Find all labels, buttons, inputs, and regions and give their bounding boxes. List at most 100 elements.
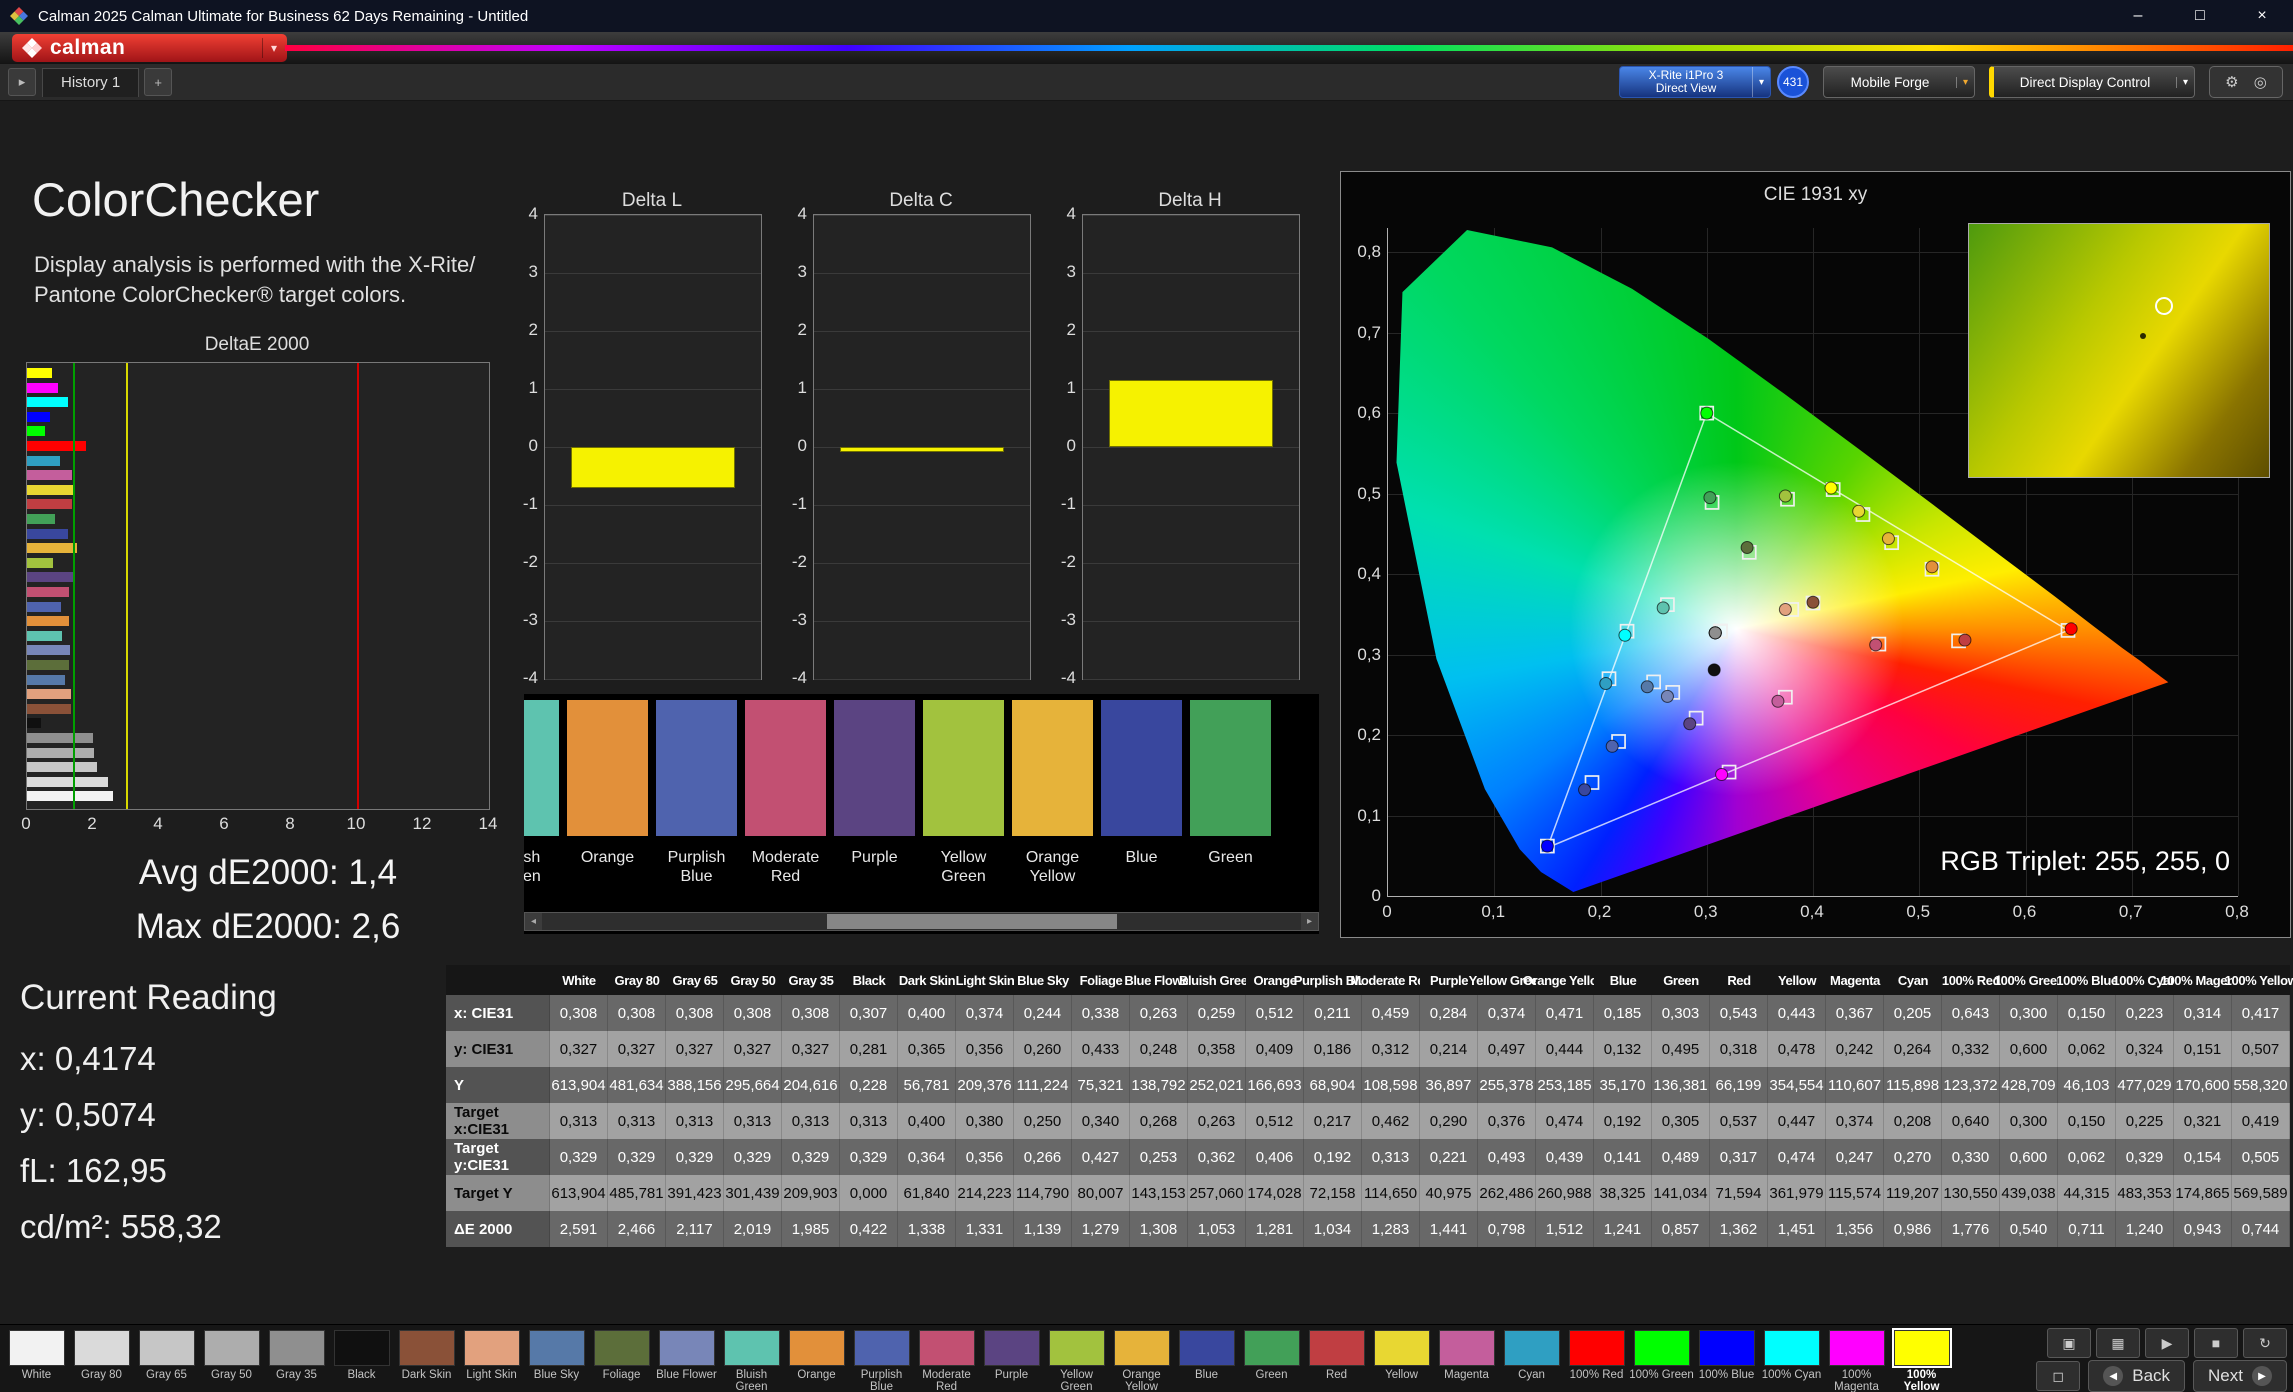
table-cell: 1,356 [1826,1211,1884,1247]
table-cell: 0,329 [840,1139,898,1175]
bottom-swatch-100-blue[interactable]: 100% Blue [1694,1325,1759,1392]
table-row: y: CIE310,3270,3270,3270,3270,3270,2810,… [446,1031,2290,1067]
minimize-button[interactable]: – [2107,0,2169,32]
deltae-reference-line [357,363,359,809]
table-cell: 123,372 [1942,1067,2000,1103]
add-tab-button[interactable]: + [144,68,172,96]
deltae-bar-100-yellow [27,368,52,378]
strip-patch-yellow-green[interactable]: Yellow Green [923,700,1004,886]
patch-strip-scrollbar[interactable]: ◂ ▸ [524,912,1319,931]
stop-icon[interactable]: ■ [2194,1328,2238,1358]
bottom-swatch-bluish-green[interactable]: Bluish Green [719,1325,784,1392]
table-cell: 170,600 [2174,1067,2232,1103]
bottom-swatch-yellow[interactable]: Yellow [1369,1325,1434,1392]
scroll-left-icon[interactable]: ◂ [525,913,542,930]
grid-icon[interactable]: ▦ [2096,1328,2140,1358]
bottom-swatch-yellow-green[interactable]: Yellow Green [1044,1325,1109,1392]
avg-de2000: Avg dE2000: 1,4 [8,846,528,900]
table-cell: 0,225 [2116,1103,2174,1139]
table-cell: 0,313 [666,1103,724,1139]
bottom-swatch-blue[interactable]: Blue [1174,1325,1239,1392]
deltae-bar-orange-yellow [27,543,77,553]
pattern-source-button[interactable]: Mobile Forge ▾ [1823,66,1975,98]
display-control-button[interactable]: Direct Display Control ▾ [1989,66,2195,98]
tab-scroll-button[interactable]: ▸ [8,68,36,96]
maximize-button[interactable]: □ [2169,0,2231,32]
deltae-axis-tick: 10 [347,814,366,834]
gear-icon[interactable]: ⚙ [2225,73,2238,91]
swatch-color-block [1894,1330,1950,1366]
strip-patch-purple[interactable]: Purple [834,700,915,886]
calman-menu-button[interactable]: calman ▾ [12,34,287,62]
strip-patch-orange[interactable]: Orange [567,700,648,886]
bottom-swatch-100-magenta[interactable]: 100% Magenta [1824,1325,1889,1392]
table-cell: 0,223 [2116,995,2174,1031]
bottom-swatch-white[interactable]: White [4,1325,69,1392]
bottom-swatch-blue-sky[interactable]: Blue Sky [524,1325,589,1392]
bottom-swatch-blue-flower[interactable]: Blue Flower [654,1325,719,1392]
swatch-color-block [74,1330,130,1366]
strip-patch-bluish-green[interactable]: Bluish Green [524,700,559,886]
bottom-swatch-100-cyan[interactable]: 100% Cyan [1759,1325,1824,1392]
bottom-swatch-dark-skin[interactable]: Dark Skin [394,1325,459,1392]
display-icon[interactable]: ▣ [2047,1328,2091,1358]
frame-icon[interactable]: ◻ [2036,1361,2080,1391]
bottom-swatch-light-skin[interactable]: Light Skin [459,1325,524,1392]
back-button[interactable]: ◀ Back [2088,1360,2185,1392]
deltae-bar-red [27,499,72,509]
bottom-swatch-gray-50[interactable]: Gray 50 [199,1325,264,1392]
scroll-track[interactable] [542,913,1301,930]
table-cell: 71,594 [1710,1175,1768,1211]
bottom-swatch-100-green[interactable]: 100% Green [1629,1325,1694,1392]
strip-patch-green[interactable]: Green [1190,700,1271,886]
bottom-swatch-purple[interactable]: Purple [979,1325,1044,1392]
bottom-swatch-orange-yellow[interactable]: Orange Yellow [1109,1325,1174,1392]
table-header-cell: Gray 50 [724,965,782,995]
target-icon[interactable]: ◎ [2254,73,2267,91]
gridline [545,389,761,390]
table-cell: 2,591 [550,1211,608,1247]
cie-x-tick: 0,1 [1475,902,1511,922]
table-header-cell: Black [840,965,898,995]
bottom-swatch-orange[interactable]: Orange [784,1325,849,1392]
tab-history-1[interactable]: History 1 [42,68,139,97]
table-cell: 0,303 [1652,995,1710,1031]
bottom-swatch-foliage[interactable]: Foliage [589,1325,654,1392]
swatch-label: Light Skin [466,1369,517,1381]
gridline [814,273,1030,274]
strip-patch-purplish-blue[interactable]: Purplish Blue [656,700,737,886]
delta-axis-tick: 0 [773,436,807,456]
table-cell: 0,154 [2174,1139,2232,1175]
swatch-label: Blue Sky [534,1369,579,1381]
bottom-swatch-gray-65[interactable]: Gray 65 [134,1325,199,1392]
bottom-swatch-gray-35[interactable]: Gray 35 [264,1325,329,1392]
refresh-icon[interactable]: ↻ [2243,1328,2287,1358]
bottom-swatch-red[interactable]: Red [1304,1325,1369,1392]
strip-patch-blue[interactable]: Blue [1101,700,1182,886]
swatch-color-block [1829,1330,1885,1366]
bottom-swatch-purplish-blue[interactable]: Purplish Blue [849,1325,914,1392]
delta-axis-tick: 0 [504,436,538,456]
table-cell: 0,248 [1130,1031,1188,1067]
scroll-thumb[interactable] [827,914,1117,929]
strip-patch-orange-yellow[interactable]: Orange Yellow [1012,700,1093,886]
rainbow-divider [285,45,2293,51]
scroll-right-icon[interactable]: ▸ [1301,913,1318,930]
bottom-swatch-100-red[interactable]: 100% Red [1564,1325,1629,1392]
bottom-swatch-100-yellow[interactable]: 100% Yellow [1889,1325,1954,1392]
next-button[interactable]: Next ▶ [2193,1360,2287,1392]
table-cell: 0,329 [782,1139,840,1175]
bottom-swatch-black[interactable]: Black [329,1325,394,1392]
deltae-bar-chart [26,362,490,810]
play-icon[interactable]: ▶ [2145,1328,2189,1358]
strip-patch-moderate-red[interactable]: Moderate Red [745,700,826,886]
table-cell: 0,000 [840,1175,898,1211]
bottom-swatch-cyan[interactable]: Cyan [1499,1325,1564,1392]
bottom-swatch-gray-80[interactable]: Gray 80 [69,1325,134,1392]
meter-select-button[interactable]: X-Rite i1Pro 3 Direct View ▾ [1619,66,1771,98]
close-button[interactable]: × [2231,0,2293,32]
bottom-swatch-magenta[interactable]: Magenta [1434,1325,1499,1392]
table-cell: 1,283 [1362,1211,1420,1247]
bottom-swatch-moderate-red[interactable]: Moderate Red [914,1325,979,1392]
bottom-swatch-green[interactable]: Green [1239,1325,1304,1392]
